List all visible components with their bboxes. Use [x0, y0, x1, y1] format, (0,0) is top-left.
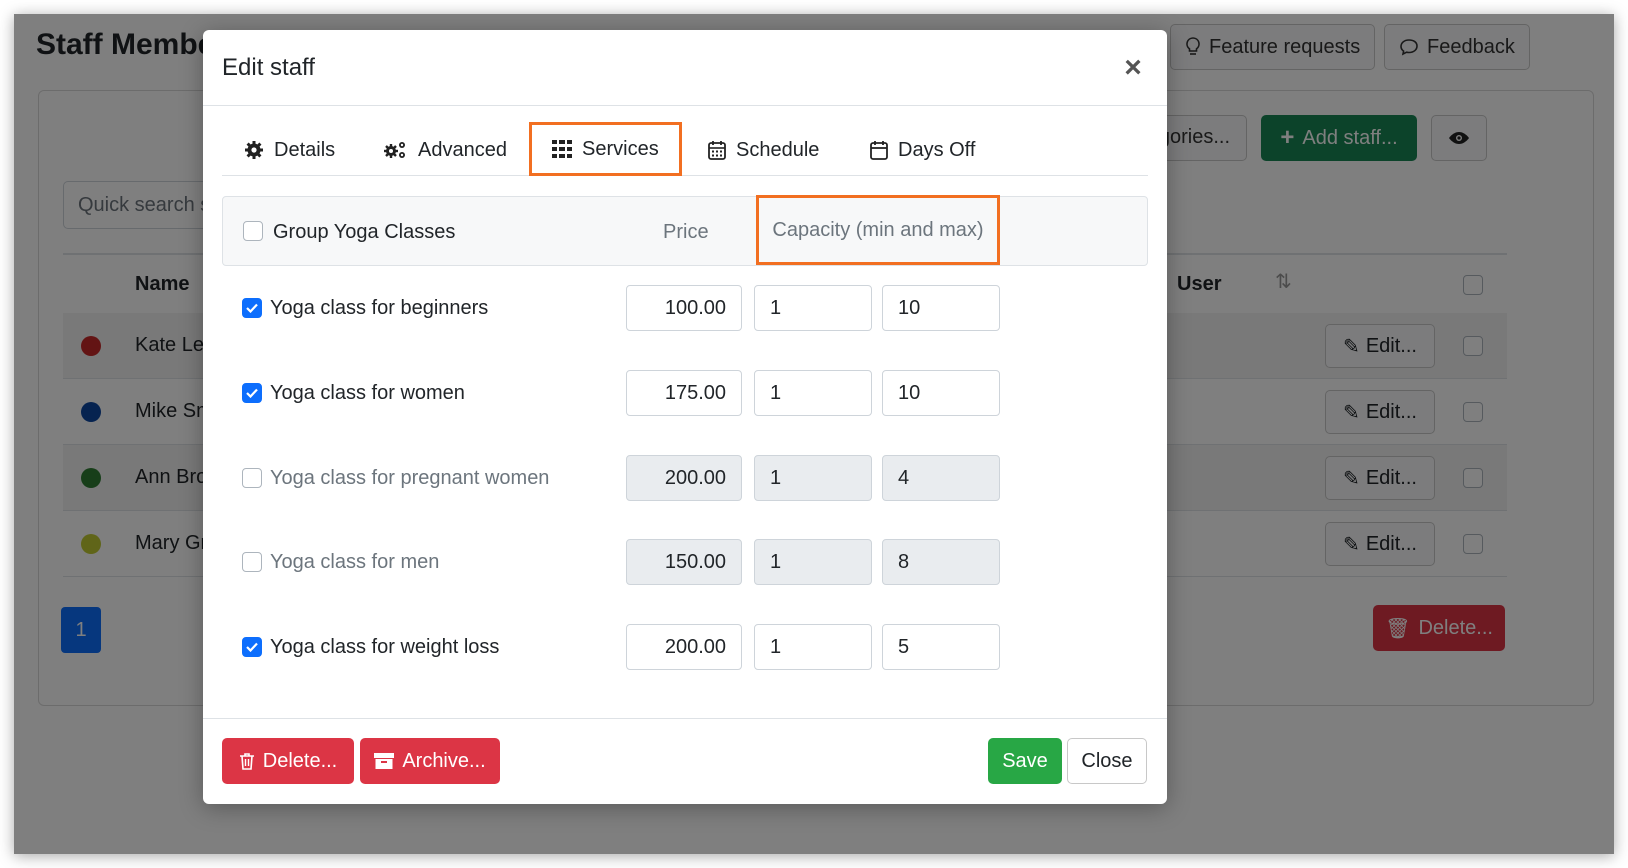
tab-details[interactable]: Details	[244, 124, 335, 176]
delete-label: Delete...	[262, 749, 338, 772]
service-row: Yoga class for men 150.00 1 8	[222, 539, 1148, 585]
service-name: Yoga class for pregnant women	[270, 467, 550, 489]
capacity-max-input: 8	[882, 539, 1000, 585]
service-name: Yoga class for weight loss	[270, 636, 500, 658]
service-name: Yoga class for beginners	[270, 297, 489, 319]
capacity-column-header: Capacity (min and max)	[756, 195, 1000, 265]
edit-staff-modal: Edit staff × Details Advanced Services S…	[203, 30, 1167, 804]
service-checkbox[interactable]	[242, 552, 262, 572]
save-button[interactable]: Save	[988, 738, 1062, 784]
gear-icon	[245, 141, 263, 159]
price-input: 200.00	[626, 455, 742, 501]
gears-icon	[384, 142, 405, 158]
service-row: Yoga class for beginners 100.00 1 10	[222, 285, 1148, 331]
close-icon[interactable]: ×	[1115, 50, 1151, 86]
modal-footer-divider	[203, 718, 1167, 719]
calendar-grid-icon	[708, 141, 726, 160]
price-column-header: Price	[663, 221, 709, 243]
check-icon	[246, 642, 258, 652]
modal-title: Edit staff	[222, 54, 315, 81]
tab-schedule[interactable]: Schedule	[708, 124, 819, 176]
price-input[interactable]: 175.00	[626, 370, 742, 416]
capacity-max-input[interactable]: 10	[882, 285, 1000, 331]
service-row: Yoga class for weight loss 200.00 1 5	[222, 624, 1148, 670]
price-input[interactable]: 100.00	[626, 285, 742, 331]
service-checkbox[interactable]	[242, 383, 262, 403]
group-label: Group Yoga Classes	[273, 221, 456, 243]
delete-staff-button[interactable]: Delete...	[222, 738, 354, 784]
grid-icon	[552, 140, 572, 158]
service-row: Yoga class for women 175.00 1 10	[222, 370, 1148, 416]
capacity-min-input[interactable]: 1	[754, 370, 872, 416]
service-name: Yoga class for women	[270, 382, 465, 404]
service-group-header: Group Yoga Classes Price Capacity (min a…	[222, 195, 1148, 266]
close-button[interactable]: Close	[1067, 738, 1147, 784]
trash-icon	[239, 753, 254, 770]
service-name: Yoga class for men	[270, 551, 440, 573]
capacity-max-input[interactable]: 5	[882, 624, 1000, 670]
tab-label: Details	[274, 138, 336, 161]
tab-days-off[interactable]: Days Off	[870, 124, 975, 176]
archive-label: Archive...	[402, 749, 486, 772]
capacity-min-input[interactable]: 1	[754, 285, 872, 331]
capacity-max-input[interactable]: 10	[882, 370, 1000, 416]
capacity-min-input: 1	[754, 455, 872, 501]
tab-label: Services	[582, 137, 659, 160]
tab-advanced[interactable]: Advanced	[382, 124, 507, 176]
service-checkbox[interactable]	[242, 298, 262, 318]
service-checkbox[interactable]	[242, 468, 262, 488]
price-input: 150.00	[626, 539, 742, 585]
service-checkbox[interactable]	[242, 637, 262, 657]
capacity-min-input[interactable]: 1	[754, 624, 872, 670]
tab-label: Advanced	[418, 138, 507, 161]
tab-bar: Details Advanced Services Schedule Days …	[222, 122, 1148, 176]
price-input[interactable]: 200.00	[626, 624, 742, 670]
capacity-max-input: 4	[882, 455, 1000, 501]
calendar-icon	[870, 141, 888, 160]
group-checkbox[interactable]	[243, 221, 263, 241]
modal-header-divider	[203, 105, 1167, 106]
archive-staff-button[interactable]: Archive...	[360, 738, 500, 784]
service-row: Yoga class for pregnant women 200.00 1 4	[222, 455, 1148, 501]
tab-services[interactable]: Services	[529, 122, 682, 176]
check-icon	[246, 303, 258, 313]
archive-icon	[374, 753, 395, 769]
check-icon	[246, 388, 258, 398]
tab-label: Schedule	[736, 138, 820, 161]
capacity-min-input: 1	[754, 539, 872, 585]
tab-label: Days Off	[898, 138, 976, 161]
